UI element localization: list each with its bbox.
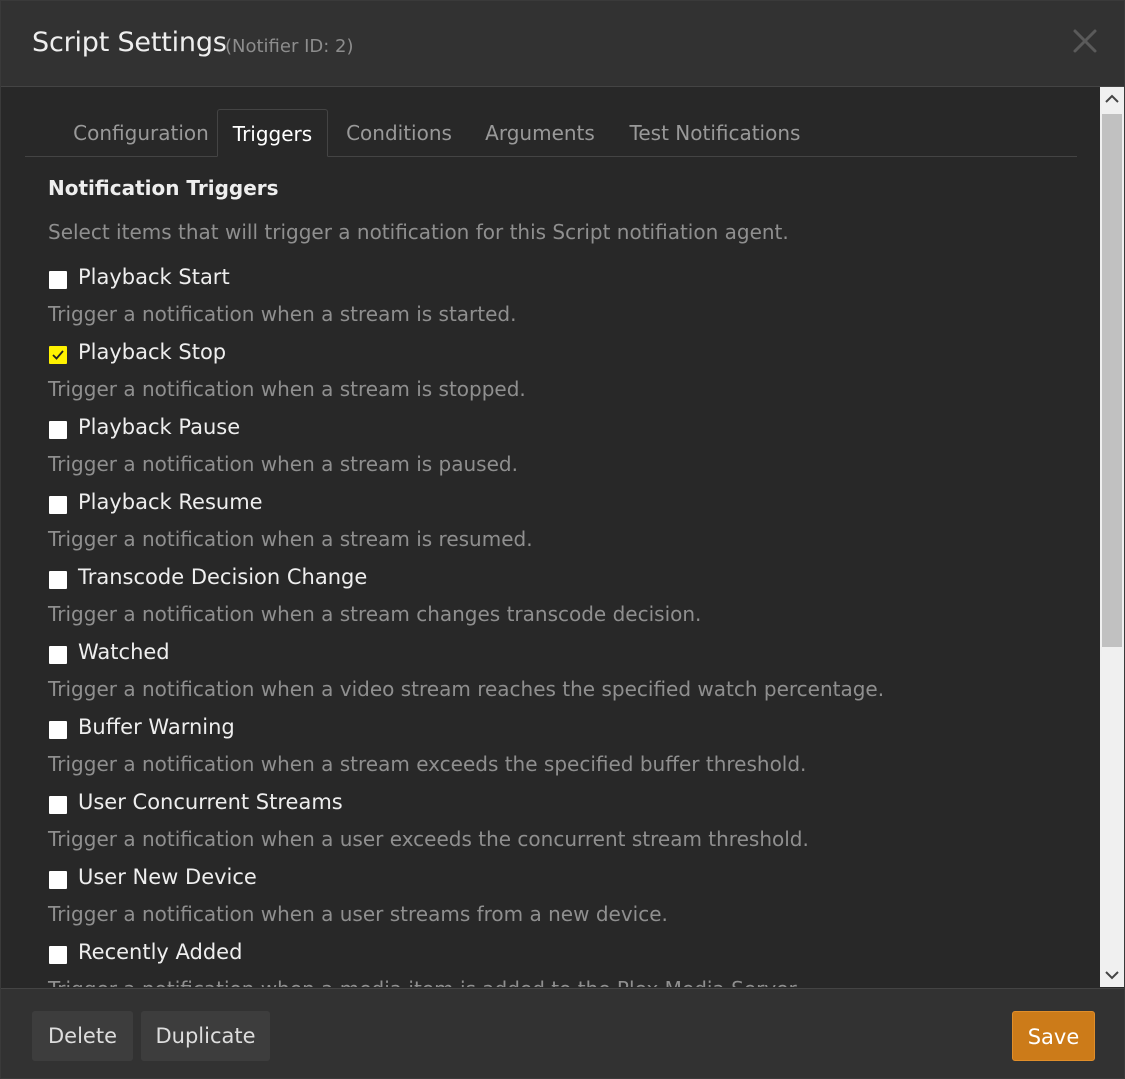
trigger-checkbox[interactable] [49,871,67,889]
tab-triggers[interactable]: Triggers [217,109,328,157]
trigger-item: Playback Pause Trigger a notification whe… [48,415,1048,492]
save-button[interactable]: Save [1012,1011,1095,1061]
trigger-label[interactable]: User New Device [78,865,257,889]
modal-header: Script Settings (Notifier ID: 2) [1,1,1124,87]
tab-bar: Configuration Triggers Conditions Argume… [25,109,1077,157]
delete-button[interactable]: Delete [32,1011,133,1061]
scroll-up-arrow[interactable] [1100,87,1124,111]
trigger-label[interactable]: Watched [78,640,170,664]
section-description: Select items that will trigger a notific… [48,220,789,244]
scroll-down-arrow[interactable] [1100,963,1124,987]
trigger-help-text: Trigger a notification when a stream is … [48,377,526,401]
duplicate-button[interactable]: Duplicate [141,1011,270,1061]
trigger-item: Playback Stop Trigger a notification when… [48,340,1048,417]
trigger-help-text: Trigger a notification when a stream exc… [48,752,807,776]
trigger-label[interactable]: Buffer Warning [78,715,235,739]
close-button[interactable] [1069,25,1101,57]
trigger-label[interactable]: Playback Start [78,265,230,289]
trigger-help-text: Trigger a notification when a stream is … [48,527,533,551]
trigger-help-text: Trigger a notification when a stream cha… [48,602,702,626]
trigger-help-text: Trigger a notification when a stream is … [48,452,518,476]
trigger-item: Watched Trigger a notification when a vid… [48,640,1048,717]
tab-conditions[interactable]: Conditions [328,109,470,156]
chevron-up-icon [1105,94,1119,103]
modal-footer: Delete Duplicate Save [1,988,1124,1078]
modal-body: Configuration Triggers Conditions Argume… [1,87,1099,987]
trigger-checkbox[interactable] [49,421,67,439]
trigger-label[interactable]: Playback Resume [78,490,263,514]
trigger-item: User New Device Trigger a notification wh… [48,865,1048,942]
tab-configuration[interactable]: Configuration [47,109,235,156]
trigger-checkbox[interactable] [49,496,67,514]
trigger-label[interactable]: User Concurrent Streams [78,790,343,814]
section-title: Notification Triggers [48,176,279,200]
trigger-checkbox[interactable] [49,571,67,589]
notifier-id-label: (Notifier ID: 2) [225,36,354,57]
trigger-checkbox[interactable] [49,721,67,739]
trigger-help-text: Trigger a notification when a video stre… [48,677,885,701]
trigger-checkbox[interactable] [49,946,67,964]
trigger-label[interactable]: Playback Pause [78,415,240,439]
trigger-help-text: Trigger a notification when a user excee… [48,827,809,851]
trigger-help-text: Trigger a notification when a user strea… [48,902,668,926]
trigger-checkbox[interactable] [49,646,67,664]
trigger-item: Buffer Warning Trigger a notification whe… [48,715,1048,792]
script-settings-modal: Script Settings (Notifier ID: 2) Configu… [0,0,1125,1079]
trigger-help-text: Trigger a notification when a media item… [48,977,801,987]
tab-arguments[interactable]: Arguments [470,109,610,156]
close-icon [1073,29,1097,53]
trigger-item: Playback Resume Trigger a notification wh… [48,490,1048,567]
trigger-checkbox[interactable] [49,346,67,364]
trigger-checkbox[interactable] [49,271,67,289]
trigger-label[interactable]: Playback Stop [78,340,226,364]
trigger-help-text: Trigger a notification when a stream is … [48,302,517,326]
trigger-label[interactable]: Recently Added [78,940,242,964]
scrollbar-thumb[interactable] [1102,114,1122,647]
chevron-down-icon [1105,971,1119,980]
tab-test-notifications[interactable]: Test Notifications [610,109,820,156]
trigger-item: Transcode Decision Change Trigger a notif… [48,565,1048,642]
vertical-scrollbar[interactable] [1100,87,1124,987]
trigger-item: User Concurrent Streams Trigger a notific… [48,790,1048,867]
checkmark-icon [52,350,64,360]
trigger-item: Recently Added Trigger a notification whe… [48,940,1048,987]
trigger-checkbox[interactable] [49,796,67,814]
modal-title: Script Settings [32,27,227,58]
trigger-item: Playback Start Trigger a notification whe… [48,265,1048,342]
trigger-label[interactable]: Transcode Decision Change [78,565,367,589]
